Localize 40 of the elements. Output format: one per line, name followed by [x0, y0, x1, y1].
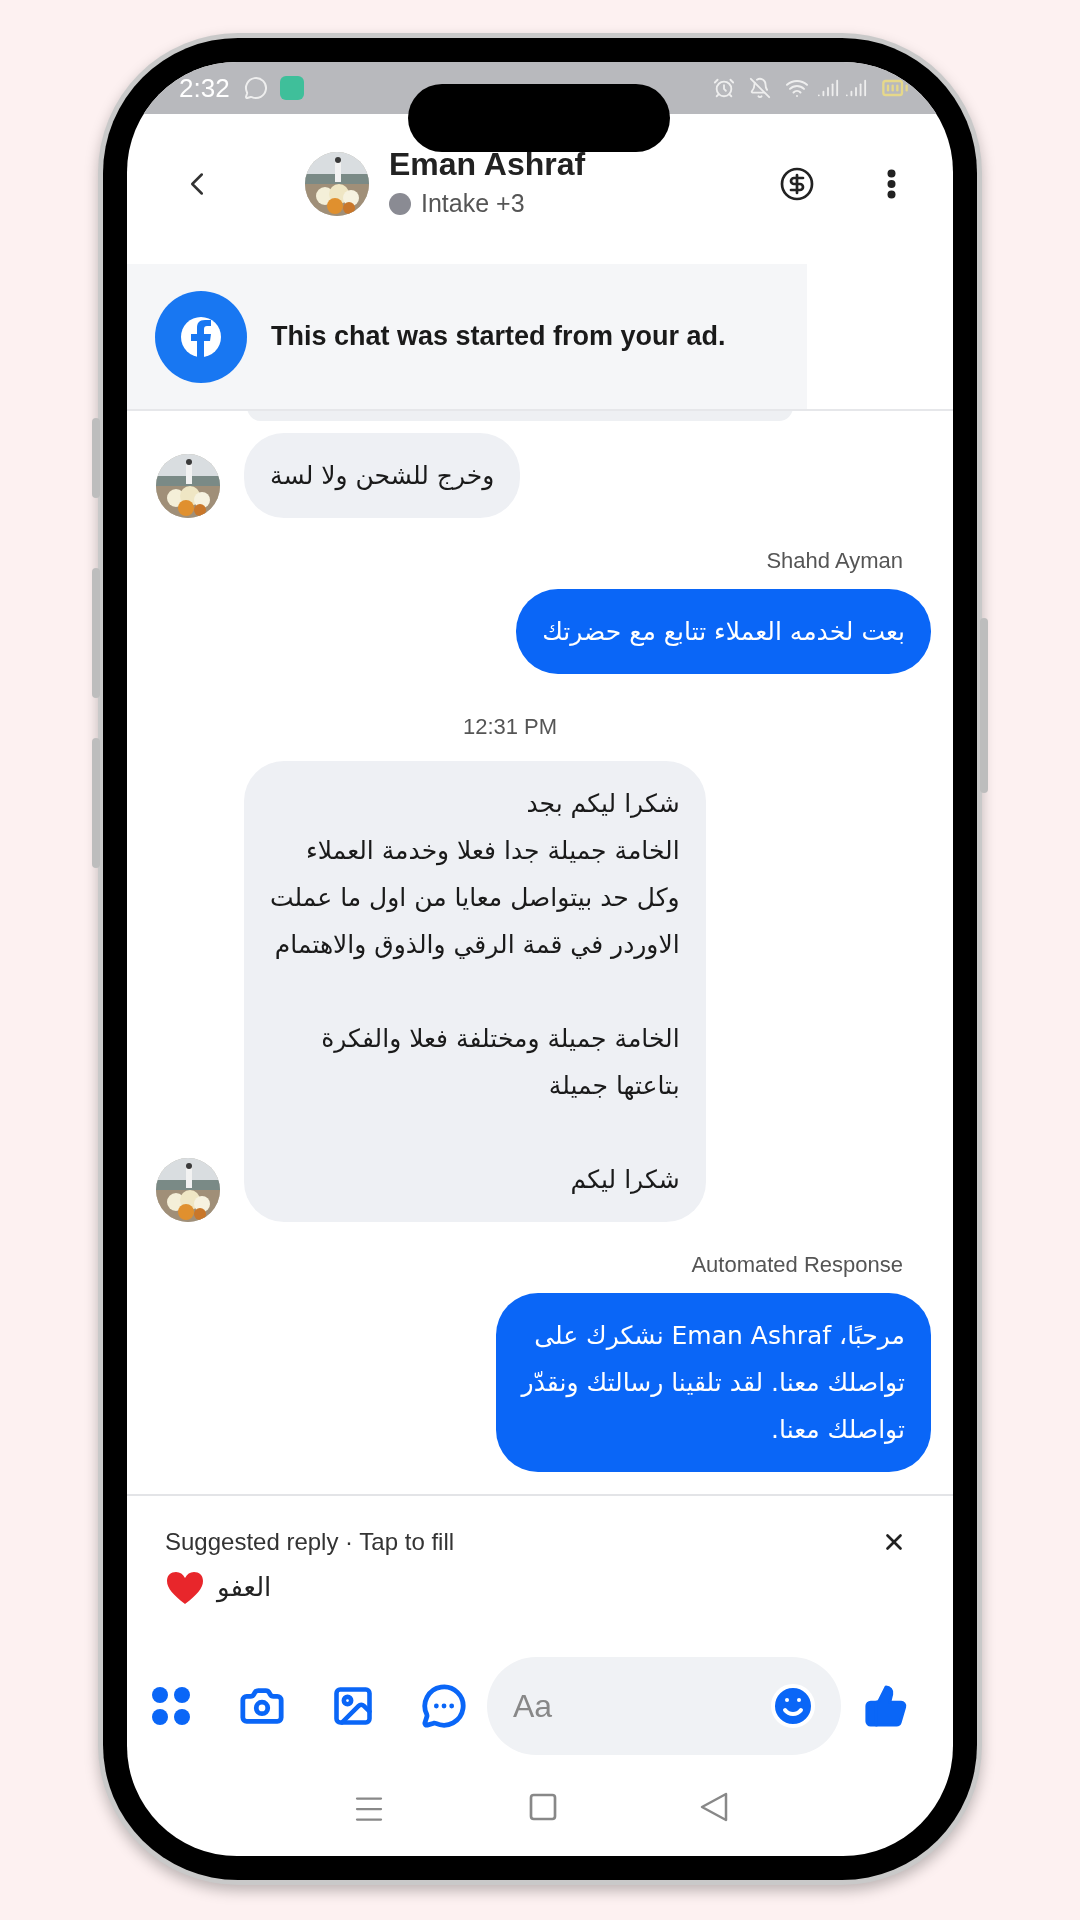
- contact-name: Eman Ashraf: [389, 147, 586, 182]
- message-text: مرحبًا، Eman Ashraf نشكرك على: [533, 1320, 905, 1352]
- message-text: الخامة جميلة ومختلفة فعلا والفكرة: [320, 1023, 680, 1056]
- alarm-icon: [713, 77, 735, 99]
- message-text: وخرج للشحن ولا لسة: [270, 460, 495, 493]
- facebook-logo-icon: [155, 290, 247, 383]
- sender-name: Automated Response: [691, 1251, 903, 1279]
- sender-name: Shahd Ayman: [766, 547, 903, 575]
- suggestion-label: Suggested reply · Tap to fill: [165, 1527, 455, 1557]
- apps-icon[interactable]: [151, 1686, 191, 1726]
- signal-icon: [845, 77, 867, 99]
- app-icon: [279, 76, 304, 100]
- suggested-reply[interactable]: العفو: [165, 1568, 272, 1607]
- dollar-icon: [779, 166, 815, 202]
- message-text: تواصلك معنا. لقد تلقينا رسالتك ونقدّر: [521, 1367, 905, 1400]
- message-text: وكل حد بيتواصل معايا من اول ما عملت: [270, 882, 680, 915]
- heart-icon: [165, 1569, 205, 1606]
- signal-icon: [817, 77, 839, 99]
- message-text: الخامة جميلة جدا فعلا وخدمة العملاء: [305, 835, 680, 868]
- text-input[interactable]: Aa: [513, 1682, 769, 1730]
- mute-icon: [749, 77, 771, 99]
- more-icon: [886, 169, 896, 199]
- message-text: بتاعتها جميلة: [547, 1070, 680, 1102]
- message-text: شكرا ليكم بجد: [525, 788, 680, 820]
- home-icon[interactable]: [527, 1791, 559, 1823]
- message-text: شكرا ليكم: [569, 1164, 680, 1196]
- thumbs-up-icon[interactable]: [863, 1683, 909, 1729]
- chat-app-icon: [243, 76, 268, 100]
- chat-icon[interactable]: [421, 1683, 467, 1729]
- contact-label: Intake +3: [421, 188, 525, 220]
- message-text: الاوردر في قمة الرقي والذوق والاهتمام: [273, 929, 680, 962]
- image-icon[interactable]: [331, 1684, 375, 1728]
- message-field[interactable]: Aa: [487, 1657, 841, 1755]
- back-icon[interactable]: [699, 1791, 729, 1823]
- timestamp: 12:31 PM: [462, 713, 558, 741]
- status-time: 2:32: [179, 71, 230, 105]
- message-text: تواصلك معنا.: [770, 1414, 905, 1446]
- emoji-icon[interactable]: [769, 1682, 817, 1730]
- ad-notice: This chat was started from your ad.: [271, 320, 726, 354]
- message-text: بعت لخدمه العملاء تتابع مع حضرتك: [542, 616, 905, 648]
